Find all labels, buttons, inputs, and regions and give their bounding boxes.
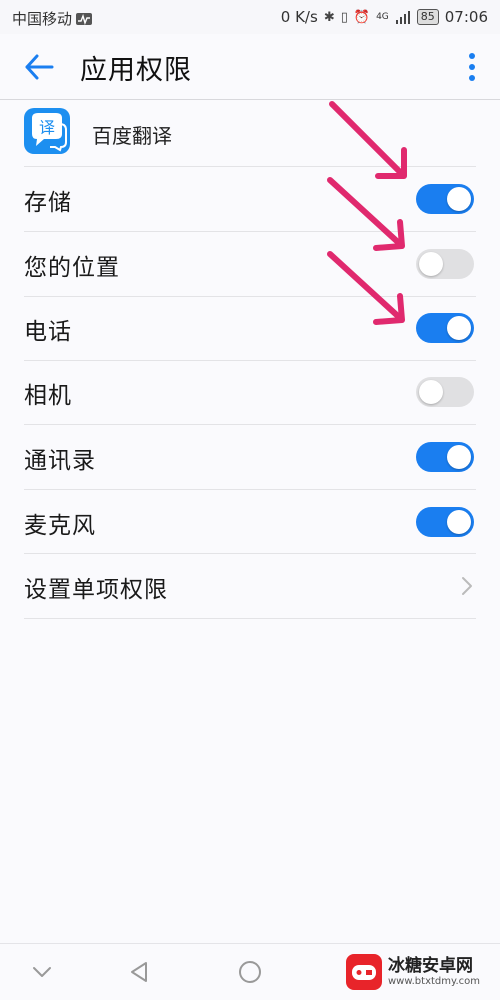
permission-row-location[interactable]: 您的位置 <box>0 232 500 296</box>
app-info-row: 译 百度翻译 <box>0 102 500 166</box>
clock: 07:06 <box>444 8 488 26</box>
permission-row-phone[interactable]: 电话 <box>0 296 500 360</box>
network-type: 4G <box>376 12 389 22</box>
permission-row-microphone[interactable]: 麦克风 <box>0 490 500 554</box>
annotation-arrow-icon <box>327 177 405 251</box>
app-icon: 译 <box>24 108 70 154</box>
phone-toggle[interactable] <box>416 313 474 343</box>
header-divider <box>0 99 500 100</box>
annotation-arrow-icon <box>327 251 405 325</box>
permission-label: 您的位置 <box>24 255 120 281</box>
home-circle-icon[interactable] <box>236 958 264 986</box>
settings-item-individual-permissions[interactable]: 设置单项权限 <box>0 554 500 618</box>
bluetooth-icon: ✱ <box>323 9 335 25</box>
camera-toggle[interactable] <box>416 377 474 407</box>
storage-toggle[interactable] <box>416 184 474 214</box>
microphone-toggle[interactable] <box>416 507 474 537</box>
watermark: 冰糖安卓网 www.btxtdmy.com <box>346 948 496 996</box>
permission-row-storage[interactable]: 存储 <box>0 167 500 231</box>
vibrate-icon: ▯ <box>340 9 348 25</box>
navigation-bar: 冰糖安卓网 www.btxtdmy.com <box>0 943 500 1000</box>
location-toggle[interactable] <box>416 249 474 279</box>
arrow-left-icon[interactable] <box>22 50 56 84</box>
watermark-title: 冰糖安卓网 <box>388 956 473 976</box>
app-name: 百度翻译 <box>92 124 172 148</box>
carrier-name: 中国移动 <box>12 10 73 28</box>
back-triangle-icon[interactable] <box>126 958 154 986</box>
permission-row-contacts[interactable]: 通讯录 <box>0 425 500 489</box>
permission-label: 麦克风 <box>24 513 96 539</box>
app-icon-glyph: 译 <box>39 118 55 137</box>
battery-level: 85 <box>416 9 439 25</box>
row-divider <box>24 618 476 619</box>
permission-label: 存储 <box>24 190 72 216</box>
chevron-down-icon[interactable] <box>28 958 56 986</box>
status-bar: 中国移动 0 K/s ✱ ▯ ⏰ 4G 85 07:06 <box>0 0 500 34</box>
settings-item-label: 设置单项权限 <box>24 577 168 603</box>
chevron-right-icon <box>462 577 472 595</box>
page-title: 应用权限 <box>80 55 192 86</box>
permission-row-camera[interactable]: 相机 <box>0 360 500 424</box>
more-vertical-icon[interactable] <box>462 50 482 84</box>
app-bar: 应用权限 <box>0 34 500 100</box>
signal-icon <box>395 11 410 24</box>
permission-label: 电话 <box>24 319 72 345</box>
permission-label: 通讯录 <box>24 448 96 474</box>
contacts-toggle[interactable] <box>416 442 474 472</box>
watermark-logo-icon <box>346 954 382 990</box>
activity-icon <box>76 12 93 25</box>
watermark-url: www.btxtdmy.com <box>388 976 481 987</box>
permission-label: 相机 <box>24 383 72 409</box>
network-speed: 0 K/s <box>280 8 318 26</box>
alarm-icon: ⏰ <box>353 9 371 25</box>
